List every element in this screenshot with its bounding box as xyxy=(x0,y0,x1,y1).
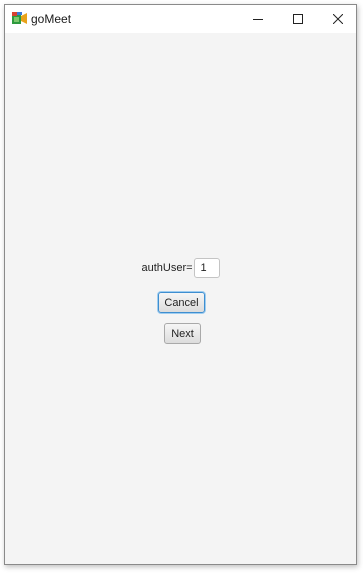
app-logo-icon xyxy=(12,12,27,25)
main-content: authUser= Cancel Next xyxy=(5,33,356,564)
maximize-icon xyxy=(293,14,303,24)
next-button[interactable]: Next xyxy=(164,323,201,344)
minimize-icon xyxy=(253,19,263,20)
maximize-button[interactable] xyxy=(276,5,320,33)
close-button[interactable] xyxy=(316,5,360,33)
auth-user-label: authUser= xyxy=(141,262,193,274)
title-bar[interactable]: goMeet xyxy=(5,5,356,33)
minimize-button[interactable] xyxy=(236,5,280,33)
cancel-button[interactable]: Cancel xyxy=(158,292,205,313)
app-window: goMeet authUser= Cancel Next xyxy=(4,4,357,565)
close-icon xyxy=(333,14,343,24)
window-title: goMeet xyxy=(31,12,72,26)
auth-user-input[interactable] xyxy=(193,258,220,278)
auth-user-row: authUser= xyxy=(5,258,356,278)
